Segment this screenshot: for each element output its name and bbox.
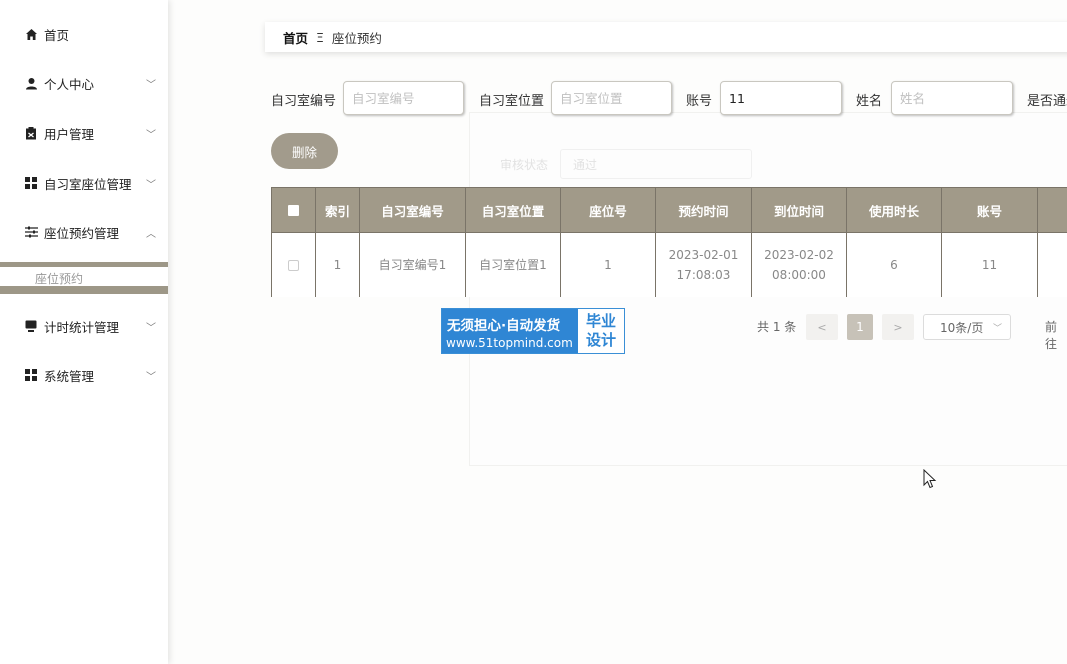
header-account: 账号 bbox=[942, 188, 1038, 232]
name-label: 姓名 bbox=[856, 94, 883, 109]
row-checkbox[interactable] bbox=[288, 259, 299, 271]
watermark-slogan: 无须担心·自动发货 bbox=[447, 318, 561, 334]
sidebar-item-label: 用户管理 bbox=[44, 126, 95, 142]
breadcrumb-home[interactable]: 首页 bbox=[283, 28, 308, 47]
pagination-size-select[interactable]: 10条/页 ﹀ bbox=[923, 314, 1011, 340]
chevron-down-icon: ﹀ bbox=[146, 79, 156, 91]
table-header-row: 索引 自习室编号 自习室位置 座位号 预约时间 到位时间 使用时长 账号 bbox=[272, 188, 1067, 232]
room-no-input[interactable] bbox=[343, 81, 464, 115]
pagination-goto-label: 前往 bbox=[1045, 320, 1058, 351]
mouse-cursor-icon bbox=[923, 468, 937, 493]
sidebar-subitem-label: 座位预约 bbox=[35, 272, 84, 286]
sliders-icon bbox=[24, 225, 38, 239]
cell-seat-no: 1 bbox=[561, 233, 656, 297]
pagination-next-button[interactable]: > bbox=[882, 314, 914, 340]
sidebar-item-label: 计时统计管理 bbox=[44, 319, 120, 335]
breadcrumb: 首页 Ξ 座位预约 bbox=[265, 22, 1067, 52]
room-position-label: 自习室位置 bbox=[479, 94, 545, 109]
cell-arrive-time: 2023-02-02 08:00:00 bbox=[752, 233, 847, 297]
clipboard-icon bbox=[24, 126, 38, 140]
chevron-down-icon: ﹀ bbox=[146, 179, 156, 191]
home-icon bbox=[24, 27, 38, 41]
cell-room-no: 自习室编号1 bbox=[360, 233, 466, 297]
select-all-checkbox[interactable] bbox=[288, 204, 299, 216]
watermark-banner: 无须担心·自动发货 www.51topmind.com 毕业 设计 bbox=[441, 308, 625, 354]
name-input[interactable] bbox=[891, 81, 1013, 115]
ghost-status-select: 通过 bbox=[560, 149, 752, 179]
account-input[interactable] bbox=[720, 81, 842, 115]
pass-status-label: 是否通过 bbox=[1027, 94, 1067, 109]
header-duration: 使用时长 bbox=[847, 188, 942, 232]
account-label: 账号 bbox=[686, 94, 713, 109]
pagination-total: 共 1 条 bbox=[757, 320, 797, 334]
sidebar-item-timing-stats[interactable]: 计时统计管理 ﹀ bbox=[0, 306, 168, 346]
cell-duration: 6 bbox=[847, 233, 942, 297]
grid-icon bbox=[24, 176, 38, 190]
select-all-cell[interactable] bbox=[272, 188, 316, 232]
pagination-size-value: 10条/页 bbox=[940, 320, 984, 335]
header-room-position: 自习室位置 bbox=[466, 188, 561, 232]
row-select-cell[interactable] bbox=[272, 233, 316, 297]
cell-reserve-time: 2023-02-01 17:08:03 bbox=[656, 233, 752, 297]
monitor-icon bbox=[24, 319, 38, 333]
header-seat-no: 座位号 bbox=[561, 188, 656, 232]
chevron-down-icon: ﹀ bbox=[146, 371, 156, 383]
watermark-left: 无须担心·自动发货 www.51topmind.com bbox=[442, 309, 578, 353]
header-arrive-time: 到位时间 bbox=[752, 188, 847, 232]
sidebar-item-label: 首页 bbox=[44, 27, 70, 43]
user-icon bbox=[24, 76, 38, 90]
arrive-clock: 08:00:00 bbox=[772, 268, 826, 282]
delete-button[interactable]: 删除 bbox=[271, 133, 338, 169]
pagination-page-1[interactable]: 1 bbox=[847, 314, 873, 340]
sidebar-item-seat-management[interactable]: 自习室座位管理 ﹀ bbox=[0, 163, 168, 203]
room-no-label: 自习室编号 bbox=[271, 94, 337, 109]
sidebar-item-reservation-management[interactable]: 座位预约管理 ︿ bbox=[0, 212, 168, 252]
watermark-right-line2: 设计 bbox=[585, 331, 616, 349]
chevron-down-icon: ﹀ bbox=[992, 323, 1002, 334]
cell-index: 1 bbox=[316, 233, 360, 297]
arrive-date: 2023-02-02 bbox=[764, 248, 834, 262]
sidebar-item-label: 系统管理 bbox=[44, 368, 95, 384]
sidebar-item-system-management[interactable]: 系统管理 ﹀ bbox=[0, 355, 168, 395]
grid-icon bbox=[24, 368, 38, 382]
reserve-clock: 17:08:03 bbox=[676, 268, 731, 282]
breadcrumb-current: 座位预约 bbox=[331, 30, 382, 46]
chevron-down-icon: ﹀ bbox=[146, 322, 156, 334]
header-room-no: 自习室编号 bbox=[360, 188, 466, 232]
cell-account: 11 bbox=[942, 233, 1038, 297]
sidebar-item-personal-center[interactable]: 个人中心 ﹀ bbox=[0, 63, 168, 103]
cell-more bbox=[1038, 233, 1067, 297]
header-more bbox=[1038, 188, 1067, 232]
chevron-down-icon: ﹀ bbox=[146, 129, 156, 141]
reserve-date: 2023-02-01 bbox=[668, 248, 739, 262]
breadcrumb-separator: Ξ bbox=[316, 29, 324, 45]
sidebar: 首页 个人中心 ﹀ 用户管理 ﹀ 自习室座位管理 ﹀ 座位预约管理 ︿ 座位预约 bbox=[0, 0, 168, 664]
sidebar-item-home[interactable]: 首页 bbox=[0, 14, 168, 54]
sidebar-item-label: 个人中心 bbox=[44, 76, 95, 92]
watermark-right-line1: 毕业 bbox=[585, 312, 616, 330]
chevron-up-icon: ︿ bbox=[146, 228, 156, 240]
watermark-right: 毕业 设计 bbox=[578, 309, 624, 353]
ghost-status-value: 通过 bbox=[573, 158, 598, 172]
sidebar-item-label: 自习室座位管理 bbox=[44, 176, 132, 192]
header-index: 索引 bbox=[316, 188, 360, 232]
pagination-prev-button[interactable]: < bbox=[806, 314, 838, 340]
header-reserve-time: 预约时间 bbox=[656, 188, 752, 232]
sidebar-item-label: 座位预约管理 bbox=[44, 225, 120, 241]
sidebar-subitem-seat-reservation[interactable]: 座位预约 bbox=[0, 262, 168, 294]
room-position-input[interactable] bbox=[551, 81, 672, 115]
sidebar-item-user-management[interactable]: 用户管理 ﹀ bbox=[0, 113, 168, 153]
ghost-status-label: 审核状态 bbox=[500, 158, 549, 172]
watermark-url: www.51topmind.com bbox=[446, 336, 573, 350]
cell-room-position: 自习室位置1 bbox=[466, 233, 561, 297]
table-row: 1 自习室编号1 自习室位置1 1 2023-02-01 17:08:03 20… bbox=[272, 232, 1067, 297]
reservation-table: 索引 自习室编号 自习室位置 座位号 预约时间 到位时间 使用时长 账号 1 自… bbox=[271, 187, 1067, 297]
